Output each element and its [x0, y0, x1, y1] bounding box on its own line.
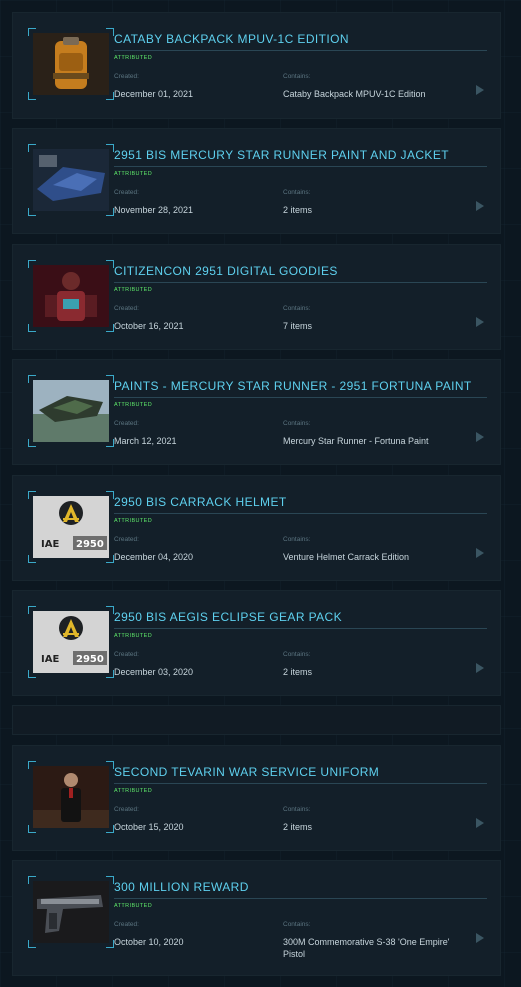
created-date: December 01, 2021 — [114, 89, 194, 99]
pledge-title[interactable]: 2951 BIS MERCURY STAR RUNNER PAINT AND J… — [114, 148, 449, 162]
pledge-card[interactable]: 300 MILLION REWARD ATTRIBUTED Created: O… — [12, 860, 501, 976]
created-label: Created: — [114, 651, 139, 658]
divider — [114, 898, 487, 899]
contains-value: Mercury Star Runner - Fortuna Paint — [283, 436, 429, 446]
created-label: Created: — [114, 305, 139, 312]
status-badge: ATTRIBUTED — [114, 633, 153, 639]
thumbnail-frame — [28, 761, 114, 833]
created-date: October 10, 2020 — [114, 937, 184, 947]
created-label: Created: — [114, 73, 139, 80]
status-badge: ATTRIBUTED — [114, 171, 153, 177]
contains-value: Venture Helmet Carrack Edition — [283, 552, 410, 562]
contains-label: Contains: — [283, 651, 311, 658]
empty-card — [12, 705, 501, 735]
pledge-card[interactable]: SECOND TEVARIN WAR SERVICE UNIFORM ATTRI… — [12, 745, 501, 851]
contains-label: Contains: — [283, 921, 311, 928]
expand-arrow-icon[interactable] — [476, 548, 484, 558]
pledge-title[interactable]: SECOND TEVARIN WAR SERVICE UNIFORM — [114, 765, 379, 779]
divider — [114, 50, 487, 51]
ship-image — [33, 380, 109, 442]
logo-text-year: 2950 — [76, 654, 104, 665]
pledge-card[interactable]: CATABY BACKPACK MPUV-1C EDITION ATTRIBUT… — [12, 12, 501, 119]
contains-label: Contains: — [283, 806, 311, 813]
pledge-title[interactable]: 2950 BIS CARRACK HELMET — [114, 495, 287, 509]
logo-text-iae: IAE — [41, 654, 59, 665]
divider — [114, 282, 487, 283]
created-label: Created: — [114, 420, 139, 427]
created-label: Created: — [114, 806, 139, 813]
thumbnail-frame: IAE 2950 — [28, 491, 114, 563]
contains-label: Contains: — [283, 536, 311, 543]
thumbnail-frame — [28, 375, 114, 447]
ship-paint-image — [33, 149, 109, 211]
divider — [114, 513, 487, 514]
created-label: Created: — [114, 189, 139, 196]
status-badge: ATTRIBUTED — [114, 55, 153, 61]
contains-value: 2 items — [283, 667, 313, 677]
uniform-character-image — [33, 766, 109, 828]
contains-label: Contains: — [283, 189, 311, 196]
expand-arrow-icon[interactable] — [476, 818, 484, 828]
contains-value: 300M Commemorative S-38 'One Empire' Pis… — [283, 937, 450, 959]
status-badge: ATTRIBUTED — [114, 287, 153, 293]
pledge-title[interactable]: 300 MILLION REWARD — [114, 880, 249, 894]
logo-text-year: 2950 — [76, 539, 104, 550]
thumbnail-frame — [28, 28, 114, 100]
created-date: March 12, 2021 — [114, 436, 177, 446]
created-date: December 03, 2020 — [114, 667, 194, 677]
iae-logo: IAE 2950 — [33, 611, 109, 673]
expand-arrow-icon[interactable] — [476, 663, 484, 673]
created-date: December 04, 2020 — [114, 552, 194, 562]
status-badge: ATTRIBUTED — [114, 903, 153, 909]
expand-arrow-icon[interactable] — [476, 201, 484, 211]
thumbnail-frame — [28, 144, 114, 216]
pledge-card[interactable]: CITIZENCON 2951 DIGITAL GOODIES ATTRIBUT… — [12, 244, 501, 350]
contains-label: Contains: — [283, 73, 311, 80]
pledge-card[interactable]: PAINTS - MERCURY STAR RUNNER - 2951 FORT… — [12, 359, 501, 465]
status-badge: ATTRIBUTED — [114, 788, 153, 794]
logo-text-iae: IAE — [41, 539, 59, 550]
pledge-title[interactable]: PAINTS - MERCURY STAR RUNNER - 2951 FORT… — [114, 379, 472, 393]
expand-arrow-icon[interactable] — [476, 85, 484, 95]
backpack-image — [33, 33, 109, 95]
contains-value: Cataby Backpack MPUV-1C Edition — [283, 89, 426, 99]
pledge-card[interactable]: 2951 BIS MERCURY STAR RUNNER PAINT AND J… — [12, 128, 501, 234]
armor-character-image — [33, 265, 109, 327]
status-badge: ATTRIBUTED — [114, 518, 153, 524]
contains-label: Contains: — [283, 420, 311, 427]
pledge-title[interactable]: 2950 BIS AEGIS ECLIPSE GEAR PACK — [114, 610, 342, 624]
divider — [114, 397, 487, 398]
pledge-title[interactable]: CITIZENCON 2951 DIGITAL GOODIES — [114, 264, 338, 278]
contains-value: 2 items — [283, 822, 313, 832]
created-date: October 16, 2021 — [114, 321, 184, 331]
divider — [114, 166, 487, 167]
created-date: October 15, 2020 — [114, 822, 184, 832]
expand-arrow-icon[interactable] — [476, 933, 484, 943]
pledge-card[interactable]: IAE 2950 2950 BIS CARRACK HELMET ATTRIBU… — [12, 475, 501, 581]
expand-arrow-icon[interactable] — [476, 317, 484, 327]
thumbnail-frame: IAE 2950 — [28, 606, 114, 678]
thumbnail-frame — [28, 876, 114, 948]
contains-value: 2 items — [283, 205, 313, 215]
created-label: Created: — [114, 536, 139, 543]
contains-value: 7 items — [283, 321, 313, 331]
pledge-title[interactable]: CATABY BACKPACK MPUV-1C EDITION — [114, 32, 349, 46]
created-date: November 28, 2021 — [114, 205, 194, 215]
divider — [114, 628, 487, 629]
iae-logo: IAE 2950 — [33, 496, 109, 558]
contains-label: Contains: — [283, 305, 311, 312]
expand-arrow-icon[interactable] — [476, 432, 484, 442]
thumbnail-frame — [28, 260, 114, 332]
pistol-image — [33, 881, 109, 943]
pledge-card[interactable]: IAE 2950 2950 BIS AEGIS ECLIPSE GEAR PAC… — [12, 590, 501, 696]
divider — [114, 783, 487, 784]
created-label: Created: — [114, 921, 139, 928]
status-badge: ATTRIBUTED — [114, 402, 153, 408]
